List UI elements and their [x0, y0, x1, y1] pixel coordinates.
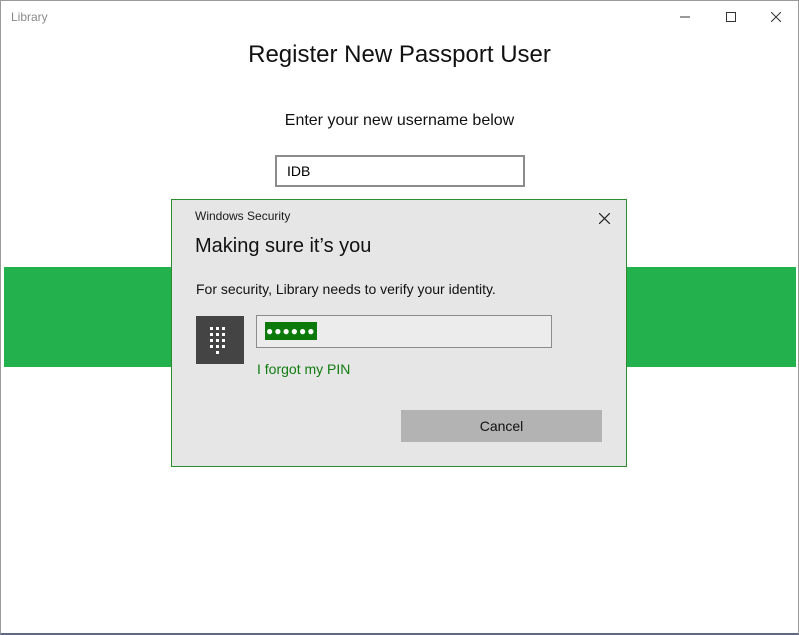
username-instruction: Enter your new username below [284, 112, 515, 129]
close-button[interactable] [753, 1, 799, 33]
pin-masked-value: ●●●●●● [265, 322, 317, 340]
cancel-button[interactable]: Cancel [401, 410, 602, 442]
page-title: Register New Passport User [248, 41, 551, 68]
close-icon [771, 12, 781, 22]
maximize-icon [726, 12, 736, 22]
pin-tile [196, 316, 244, 364]
minimize-button[interactable] [662, 1, 708, 33]
close-icon [598, 212, 610, 224]
title-bar[interactable]: Library [1, 1, 798, 33]
maximize-button[interactable] [708, 1, 754, 33]
keypad-icon [210, 327, 225, 354]
dialog-close-button[interactable] [592, 208, 616, 228]
app-title: Library [11, 10, 48, 24]
username-input[interactable] [275, 155, 525, 187]
minimize-icon [680, 16, 690, 18]
forgot-pin-link[interactable]: I forgot my PIN [257, 361, 350, 377]
dialog-caption: Windows Security [195, 209, 291, 223]
dialog-message: For security, Library needs to verify yo… [196, 281, 496, 297]
pin-input[interactable]: ●●●●●● [256, 315, 552, 348]
windows-security-dialog: Windows Security Making sure it’s you Fo… [171, 199, 627, 467]
dialog-heading: Making sure it’s you [195, 235, 372, 257]
